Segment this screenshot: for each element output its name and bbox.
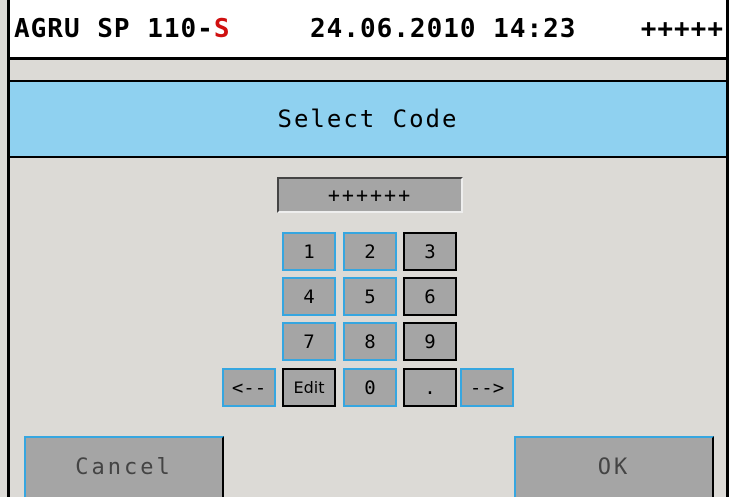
ok-button[interactable]: OK: [514, 436, 714, 497]
status-indicator: +++++: [640, 14, 724, 44]
status-header: AGRU SP 110-S 24.06.2010 14:23 +++++: [10, 0, 726, 60]
key-3[interactable]: 3: [403, 232, 457, 271]
cancel-button[interactable]: Cancel: [24, 436, 224, 497]
key-0[interactable]: 0: [343, 368, 397, 407]
code-entry-field[interactable]: ++++++: [277, 177, 463, 213]
device-model-suffix: S: [213, 14, 231, 44]
forward-key[interactable]: -->: [460, 368, 514, 407]
key-5[interactable]: 5: [343, 277, 397, 316]
key-1[interactable]: 1: [282, 232, 336, 271]
decimal-key[interactable]: .: [403, 368, 457, 407]
key-9[interactable]: 9: [403, 322, 457, 361]
key-2[interactable]: 2: [343, 232, 397, 271]
dialog-title: Select Code: [10, 80, 726, 158]
date-time: 24.06.2010 14:23: [310, 14, 577, 44]
key-6[interactable]: 6: [403, 277, 457, 316]
frame-margin-right: [729, 0, 739, 497]
key-8[interactable]: 8: [343, 322, 397, 361]
edit-key[interactable]: Edit: [282, 368, 336, 407]
backspace-key[interactable]: <--: [222, 368, 276, 407]
header-spacer: [10, 60, 726, 80]
device-model-name: AGRU SP 110-: [14, 14, 214, 44]
key-7[interactable]: 7: [282, 322, 336, 361]
device-model: AGRU SP 110-S: [14, 14, 231, 44]
key-4[interactable]: 4: [282, 277, 336, 316]
